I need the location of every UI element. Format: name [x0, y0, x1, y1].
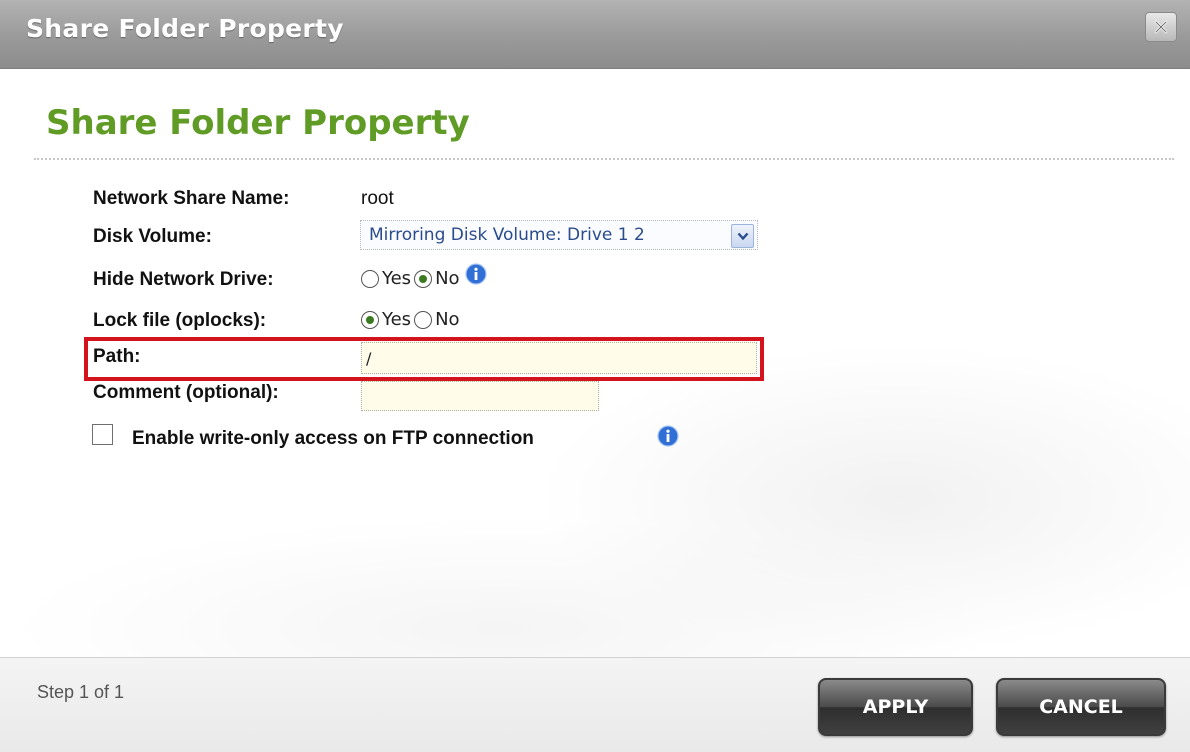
lock-file-label: Lock file (oplocks):: [93, 310, 267, 331]
page-title: Share Folder Property: [46, 103, 470, 143]
chevron-down-icon: [737, 232, 748, 241]
hide-drive-no-radio[interactable]: [414, 269, 433, 288]
hide-drive-radio-group: Yes No: [361, 262, 487, 289]
lock-file-yes-radio[interactable]: [361, 310, 379, 329]
info-icon[interactable]: [464, 262, 487, 285]
comment-label: Comment (optional):: [93, 382, 279, 403]
dialog-content: Share Folder Property Network Share Name…: [0, 69, 1190, 658]
dropdown-arrow[interactable]: [731, 224, 754, 248]
path-highlight-box: [84, 337, 764, 381]
disk-volume-select[interactable]: Mirroring Disk Volume: Drive 1 2: [360, 220, 758, 250]
ftp-write-only-label: Enable write-only access on FTP connecti…: [132, 428, 534, 449]
disk-volume-label: Disk Volume:: [93, 226, 212, 247]
radio-selected-dot: [366, 315, 374, 324]
close-icon: [1154, 20, 1168, 34]
apply-button[interactable]: APPLY: [818, 678, 973, 736]
hide-drive-yes-radio[interactable]: [361, 269, 379, 288]
hide-drive-yes-label: Yes: [382, 268, 412, 289]
radio-selected-dot: [419, 274, 428, 283]
lock-file-no-label: No: [435, 309, 460, 330]
comment-input[interactable]: [361, 381, 599, 411]
share-name-label: Network Share Name:: [93, 188, 290, 209]
lock-file-no-radio[interactable]: [414, 310, 433, 329]
lock-file-yes-label: Yes: [382, 309, 412, 330]
close-button[interactable]: [1145, 12, 1177, 42]
step-indicator: Step 1 of 1: [37, 682, 125, 702]
divider: [34, 158, 1174, 160]
hide-drive-no-label: No: [435, 268, 460, 289]
disk-volume-selected: Mirroring Disk Volume: Drive 1 2: [369, 225, 645, 245]
title-bar: Share Folder Property: [0, 0, 1190, 69]
cancel-button[interactable]: CANCEL: [996, 678, 1166, 736]
window-title: Share Folder Property: [26, 14, 344, 43]
dialog-footer: Step 1 of 1 APPLY CANCEL: [0, 657, 1190, 752]
ftp-write-only-checkbox[interactable]: [92, 424, 113, 445]
info-icon[interactable]: [657, 425, 679, 447]
share-name-value: root: [361, 188, 394, 209]
hide-drive-label: Hide Network Drive:: [93, 269, 274, 290]
lock-file-radio-group: Yes No: [361, 309, 463, 330]
